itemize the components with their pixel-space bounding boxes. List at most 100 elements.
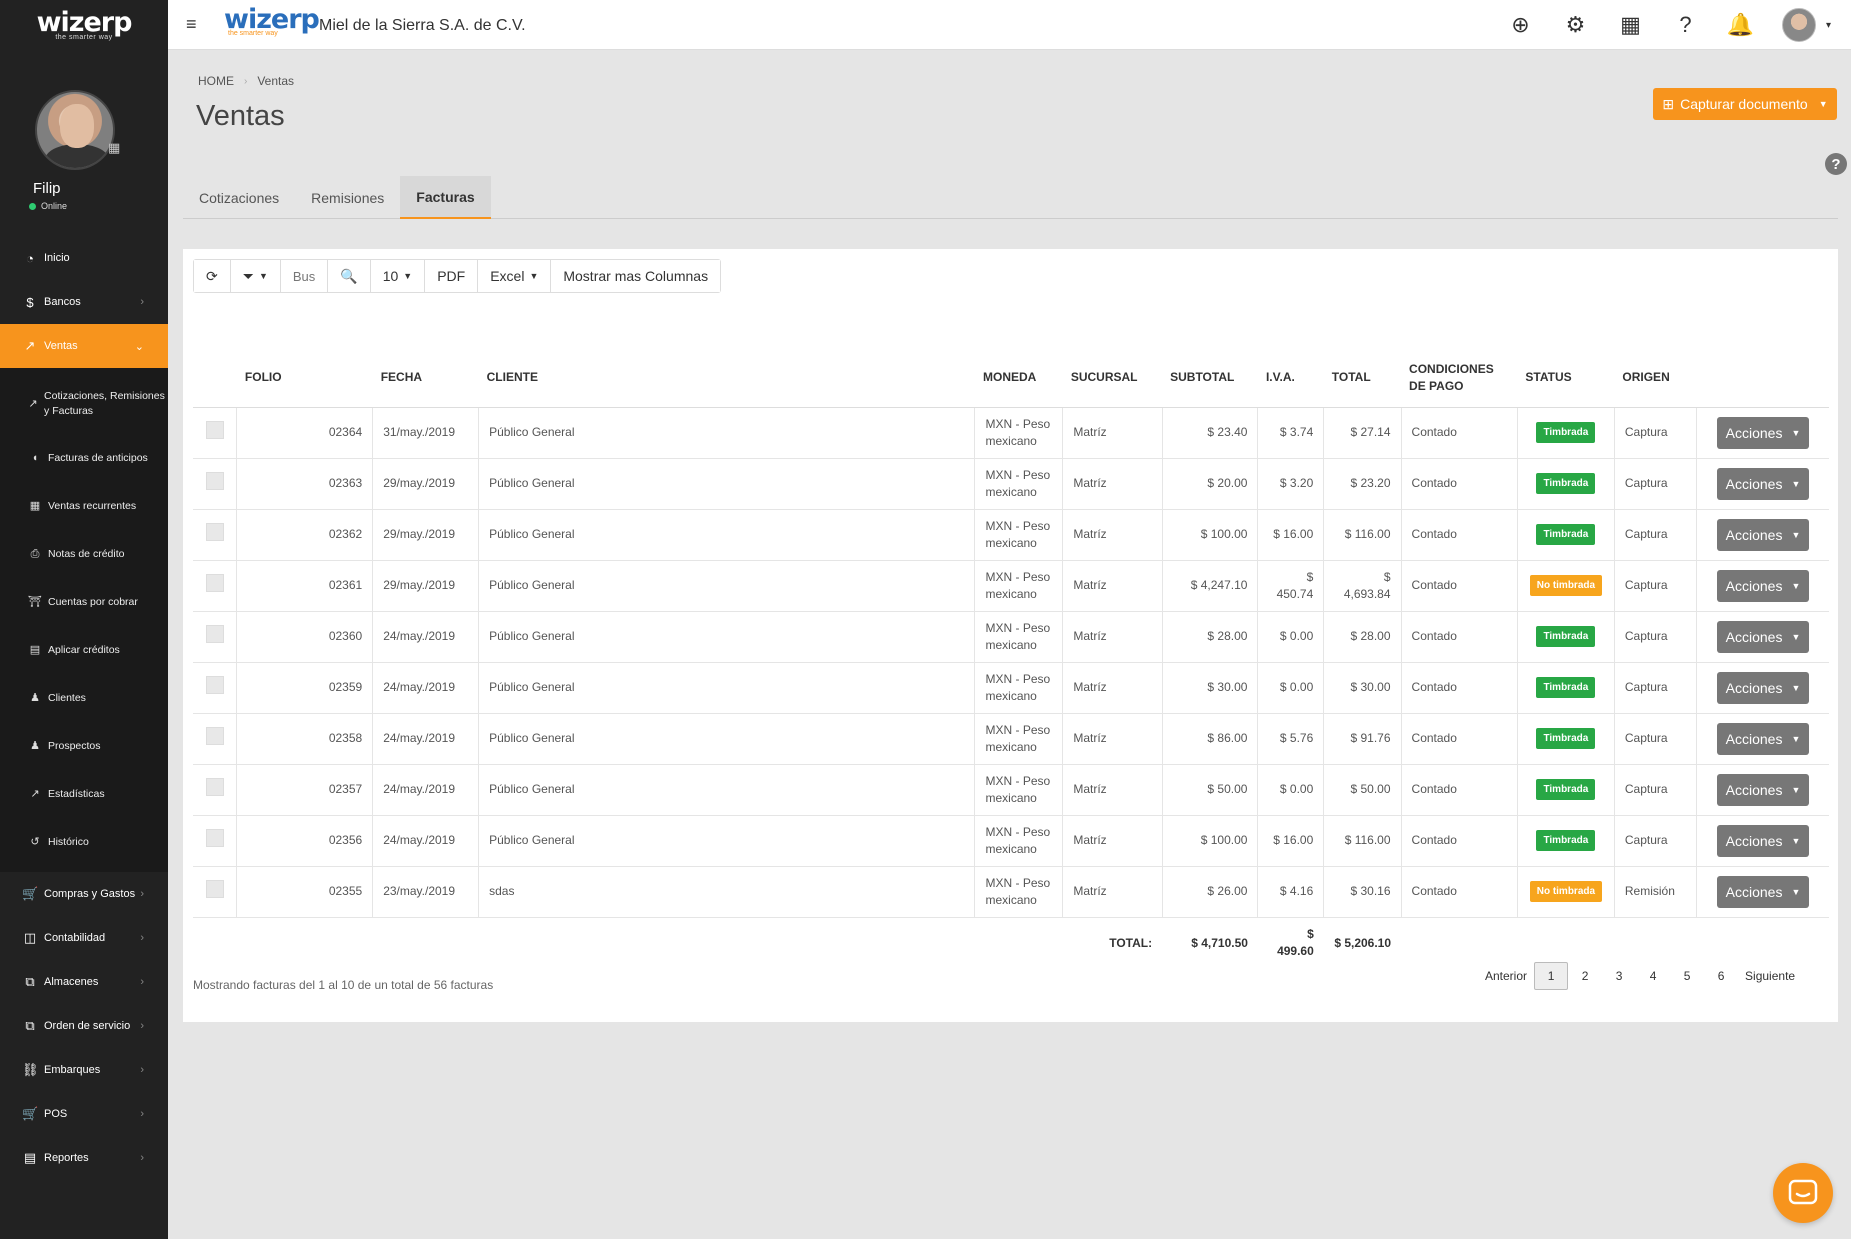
- avatar[interactable]: [35, 90, 115, 170]
- sidebar-item-orden-servicio[interactable]: ⧉ Orden de servicio ›: [0, 1004, 168, 1048]
- checkbox[interactable]: [205, 727, 224, 745]
- more-columns-button[interactable]: Mostrar mas Columnas: [551, 260, 721, 292]
- pagination-page-1[interactable]: 1: [1534, 962, 1569, 990]
- add-circle-icon[interactable]: ⊕: [1493, 12, 1548, 38]
- table-row[interactable]: 02363 29/may./2019 Público General MXN - Pe…: [193, 457, 1829, 510]
- sidebar-subitem-cotizaciones[interactable]: ↗ Cotizaciones, Remisiones y Facturas: [0, 374, 168, 434]
- table-row[interactable]: 02362 29/may./2019 Público General MXN - Pe…: [193, 508, 1829, 561]
- sidebar-logo[interactable]: wizerp the smarter way: [0, 0, 168, 50]
- sidebar-subitem-aplicar-creditos[interactable]: ▤ Aplicar créditos: [0, 626, 168, 674]
- pagination-page-3[interactable]: 3: [1602, 962, 1636, 990]
- row-actions-button[interactable]: Acciones ▼: [1717, 722, 1810, 755]
- sidebar-item-bancos[interactable]: $ Bancos ›: [0, 280, 168, 324]
- breadcrumb-home[interactable]: HOME: [198, 74, 234, 88]
- table-row[interactable]: 02357 24/may./2019 Público General MXN - Pe…: [193, 763, 1829, 816]
- help-circle-icon[interactable]: ?: [1825, 153, 1847, 175]
- table-row[interactable]: 02358 24/may./2019 Público General MXN - Pe…: [193, 712, 1829, 765]
- row-actions-button[interactable]: Acciones ▼: [1717, 620, 1810, 653]
- bell-icon[interactable]: 🔔: [1713, 12, 1768, 38]
- refresh-button[interactable]: ⟳: [194, 260, 231, 292]
- calendar-icon[interactable]: ▦: [1603, 12, 1658, 38]
- column-header-total[interactable]: TOTAL: [1323, 349, 1402, 408]
- checkbox[interactable]: [205, 625, 224, 643]
- checkbox[interactable]: [205, 574, 224, 592]
- column-header-condiciones[interactable]: CONDICIONES DE PAGO: [1401, 349, 1518, 408]
- column-header-subtotal[interactable]: SUBTOTAL: [1162, 349, 1258, 408]
- table-row[interactable]: 02355 23/may./2019 sdas MXN - Peso mexicano…: [193, 865, 1829, 918]
- row-actions-button[interactable]: Acciones ▼: [1717, 467, 1810, 500]
- checkbox[interactable]: [205, 829, 224, 847]
- column-header-moneda[interactable]: MONEDA: [974, 349, 1063, 408]
- checkbox[interactable]: [205, 421, 224, 439]
- column-header-cliente[interactable]: CLIENTE: [478, 349, 975, 408]
- sidebar-subitem-estadisticas[interactable]: ↗ Estadísticas: [0, 770, 168, 818]
- table-row[interactable]: 02364 31/may./2019 Público General MXN - Pe…: [193, 406, 1829, 459]
- sidebar-subitem-notas-credito[interactable]: ⎙ Notas de crédito: [0, 530, 168, 578]
- pagination-page-4[interactable]: 4: [1636, 962, 1670, 990]
- excel-export-dropdown[interactable]: Excel ▼: [478, 260, 552, 292]
- search-button[interactable]: 🔍: [328, 260, 371, 292]
- calendar-icon[interactable]: ▦: [108, 140, 120, 156]
- row-actions-button[interactable]: Acciones ▼: [1717, 569, 1810, 602]
- column-header-fecha[interactable]: FECHA: [372, 349, 479, 408]
- sidebar-subitem-clientes[interactable]: ♟ Clientes: [0, 674, 168, 722]
- sidebar-item-inicio[interactable]: ◔ Inicio: [0, 236, 168, 280]
- row-actions-button[interactable]: Acciones ▼: [1717, 416, 1810, 449]
- pagination-page-6[interactable]: 6: [1704, 962, 1738, 990]
- pagination-page-2[interactable]: 2: [1568, 962, 1602, 990]
- sidebar-item-contabilidad[interactable]: ◫ Contabilidad ›: [0, 916, 168, 960]
- totals-label: TOTAL:: [1109, 935, 1153, 950]
- table-row[interactable]: 02361 29/may./2019 Público General MXN - Pe…: [193, 559, 1829, 612]
- pagination-page-5[interactable]: 5: [1670, 962, 1704, 990]
- checkbox[interactable]: [205, 523, 224, 541]
- column-header-iva[interactable]: I.V.A.: [1257, 349, 1324, 408]
- chat-widget-button[interactable]: [1773, 1163, 1833, 1223]
- sidebar-subitem-anticipos[interactable]: ◖ Facturas de anticipos: [0, 434, 168, 482]
- row-actions-button[interactable]: Acciones ▼: [1717, 875, 1810, 908]
- sidebar-item-compras[interactable]: 🛒 Compras y Gastos ›: [0, 872, 168, 916]
- select-column-header: [193, 349, 237, 408]
- sidebar-item-pos[interactable]: 🛒 POS ›: [0, 1092, 168, 1136]
- settings-gears-icon[interactable]: ⚙: [1548, 12, 1603, 38]
- sidebar-subitem-historico[interactable]: ↺ Histórico: [0, 818, 168, 866]
- sidebar-subitem-prospectos[interactable]: ♟ Prospectos: [0, 722, 168, 770]
- checkbox[interactable]: [205, 880, 224, 898]
- table-row[interactable]: 02360 24/may./2019 Público General MXN - Pe…: [193, 610, 1829, 663]
- sidebar-subitem-recurrentes[interactable]: ▦ Ventas recurrentes: [0, 482, 168, 530]
- sidebar-item-embarques[interactable]: ⛓ Embarques ›: [0, 1048, 168, 1092]
- table-row[interactable]: 02356 24/may./2019 Público General MXN - Pe…: [193, 814, 1829, 867]
- row-actions-label: Acciones: [1725, 832, 1783, 849]
- row-actions-button[interactable]: Acciones ▼: [1717, 518, 1810, 551]
- pdf-export-button[interactable]: PDF: [425, 260, 479, 292]
- pagination-previous[interactable]: Anterior: [1478, 962, 1534, 990]
- pagination-next[interactable]: Siguiente: [1738, 962, 1802, 990]
- checkbox[interactable]: [205, 472, 224, 490]
- checkbox[interactable]: [205, 676, 224, 694]
- checkbox[interactable]: [205, 778, 224, 796]
- plus-square-icon: ⊞: [1662, 95, 1675, 112]
- table-row[interactable]: 02359 24/may./2019 Público General MXN - Pe…: [193, 661, 1829, 714]
- column-header-folio[interactable]: FOLIO: [236, 349, 373, 408]
- sidebar-item-reportes[interactable]: ▤ Reportes ›: [0, 1136, 168, 1180]
- help-icon[interactable]: ?: [1658, 12, 1713, 38]
- page-size-dropdown[interactable]: 10 ▼: [370, 260, 426, 292]
- user-avatar[interactable]: [1781, 8, 1816, 42]
- filter-button[interactable]: ⏷ ▼: [230, 260, 281, 292]
- row-actions-button[interactable]: Acciones ▼: [1717, 824, 1810, 857]
- sidebar-subitem-cuentas-cobrar[interactable]: ⛩ Cuentas por cobrar: [0, 578, 168, 626]
- capture-document-button[interactable]: ⊞ Capturar documento ▼: [1653, 88, 1837, 120]
- sidebar-item-ventas[interactable]: ↗ Ventas ⌄: [0, 324, 168, 368]
- column-header-status[interactable]: STATUS: [1517, 349, 1615, 408]
- tab-remisiones[interactable]: Remisiones: [295, 176, 400, 219]
- tab-cotizaciones[interactable]: Cotizaciones: [183, 176, 295, 219]
- row-actions-button[interactable]: Acciones ▼: [1717, 671, 1810, 704]
- hamburger-menu-icon[interactable]: ≡: [186, 14, 197, 35]
- sidebar-item-almacenes[interactable]: ⧉ Almacenes ›: [0, 960, 168, 1004]
- search-input[interactable]: Bus: [280, 260, 329, 292]
- chevron-down-icon[interactable]: ▾: [1826, 20, 1831, 31]
- column-header-origen[interactable]: ORIGEN: [1614, 349, 1697, 408]
- row-actions-button[interactable]: Acciones ▼: [1717, 773, 1810, 806]
- column-header-sucursal[interactable]: SUCURSAL: [1062, 349, 1163, 408]
- tab-facturas[interactable]: Facturas: [400, 176, 491, 219]
- brand-logo[interactable]: wizerp the smarter way: [224, 6, 320, 38]
